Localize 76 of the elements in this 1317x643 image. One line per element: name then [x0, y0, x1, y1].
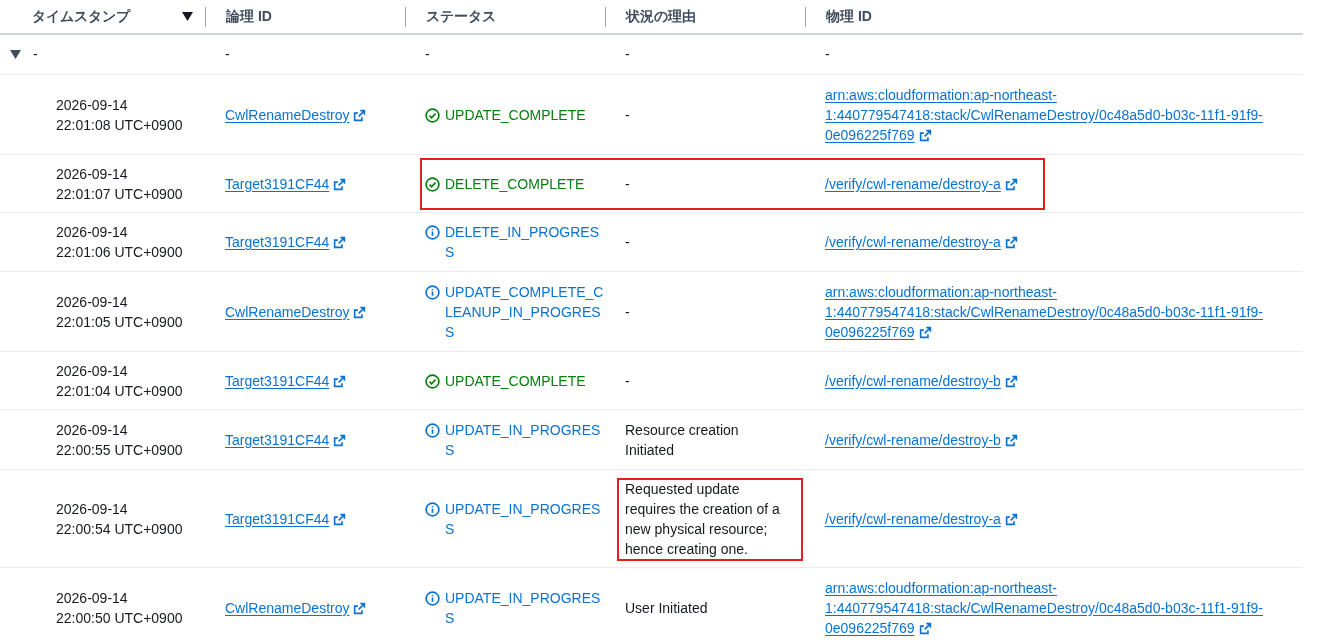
physical-id-link[interactable]: arn:aws:cloudformation:ap-northeast-1:440779547418:stack/CwlRenameDestroy/0c48a5d0-b03c-11f1-91f9-0e096225f769 — [825, 577, 1293, 638]
external-link-icon — [1004, 512, 1018, 526]
logical-id-link[interactable]: Target3191CF44 — [225, 372, 330, 389]
table-cell: - — [625, 372, 630, 389]
table-cell-text: - — [625, 45, 630, 64]
timestamp-text: 2026-09-14 — [56, 95, 129, 115]
timestamp-text: 2026-09-14 — [56, 223, 129, 242]
timestamp-text: 22:01:08 UTC+0900 — [56, 115, 184, 135]
timestamp-text: 22:01:06 UTC+0900 — [56, 243, 184, 262]
timestamp-text: 2026-09-14 — [56, 420, 129, 440]
collapse-icon[interactable] — [10, 50, 21, 59]
status-text: UPDATE_IN_PROGRESS — [445, 420, 602, 460]
external-link-icon — [1004, 374, 1018, 388]
external-link-icon — [918, 325, 932, 339]
status-text: UPDATE_COMPLETE — [445, 105, 587, 125]
external-link-icon — [918, 621, 932, 635]
timestamp-text: 22:01:07 UTC+0900 — [56, 184, 184, 204]
table-cell-text: - — [425, 45, 430, 64]
column-header[interactable]: 物理 ID — [826, 6, 1303, 27]
timestamp-text: 22:01:04 UTC+0900 — [56, 381, 184, 401]
timestamp-text: 2026-09-14 — [56, 292, 129, 312]
table-cell: - — [625, 106, 630, 123]
logical-id-link[interactable]: Target3191CF44 — [225, 175, 330, 192]
table-cell: - — [625, 234, 630, 250]
column-header[interactable]: 状況の理由 — [626, 6, 805, 27]
status-text: UPDATE_IN_PROGRESS — [445, 499, 602, 539]
column-header[interactable]: 論理 ID — [226, 6, 405, 27]
external-link-icon — [1004, 177, 1018, 191]
logical-id-link[interactable]: CwlRenameDestroy — [225, 106, 350, 123]
timestamp-text: 22:00:54 UTC+0900 — [56, 519, 184, 539]
external-link-icon — [1004, 236, 1018, 249]
column-header[interactable]: ステータス — [426, 6, 605, 27]
table-cell-text: - — [825, 45, 830, 64]
logical-id-link[interactable]: CwlRenameDestroy — [225, 599, 350, 616]
physical-id-link[interactable]: arn:aws:cloudformation:ap-northeast-1:440779547418:stack/CwlRenameDestroy/0c48a5d0-b03c-11f1-91f9-0e096225f769 — [825, 84, 1293, 145]
external-link-icon — [333, 433, 347, 447]
physical-id-link[interactable]: /verify/cwl-rename/destroy-b — [825, 370, 1293, 391]
logical-id-link[interactable]: Target3191CF44 — [225, 431, 330, 448]
status-text: UPDATE_COMPLETE_CLEANUP_IN_PROGRESS — [445, 282, 605, 342]
external-link-icon — [918, 128, 932, 142]
external-link-icon — [333, 374, 347, 388]
physical-id-link[interactable]: /verify/cwl-rename/destroy-a — [825, 508, 1293, 529]
sort-descending-icon[interactable] — [182, 12, 193, 21]
table-cell: Resource creation Initiated — [625, 421, 739, 458]
timestamp-text: 22:01:05 UTC+0900 — [56, 312, 184, 332]
timestamp-text: 2026-09-14 — [56, 499, 129, 519]
external-link-icon — [333, 236, 347, 249]
table-cell-text: - — [225, 45, 230, 64]
timestamp-text: 2026-09-14 — [56, 588, 129, 608]
external-link-icon — [353, 305, 367, 319]
logical-id-link[interactable]: CwlRenameDestroy — [225, 303, 350, 320]
timestamp-text: 2026-09-14 — [56, 164, 129, 184]
external-link-icon — [333, 177, 347, 191]
status-text: DELETE_COMPLETE — [445, 174, 586, 194]
logical-id-link[interactable]: Target3191CF44 — [225, 234, 330, 250]
status-text: DELETE_IN_PROGRESS — [445, 223, 601, 262]
status-text: UPDATE_COMPLETE — [445, 371, 587, 391]
physical-id-link[interactable]: /verify/cwl-rename/destroy-a — [825, 232, 1293, 252]
timestamp-text: 22:00:50 UTC+0900 — [56, 608, 184, 628]
table-cell: Requested update requires the creation of a new physical resource; hence creating one. — [625, 480, 780, 557]
table-cell-text: - — [33, 45, 38, 64]
external-link-icon — [333, 512, 347, 526]
table-cell: - — [625, 175, 630, 192]
external-link-icon — [353, 108, 367, 122]
physical-id-link[interactable]: /verify/cwl-rename/destroy-a — [825, 173, 1293, 194]
status-text: UPDATE_IN_PROGRESS — [445, 588, 602, 628]
physical-id-link[interactable]: arn:aws:cloudformation:ap-northeast-1:440779547418:stack/CwlRenameDestroy/0c48a5d0-b03c-11f1-91f9-0e096225f769 — [825, 281, 1293, 342]
physical-id-link[interactable]: /verify/cwl-rename/destroy-b — [825, 429, 1293, 450]
external-link-icon — [353, 601, 367, 615]
table-cell: - — [625, 303, 630, 320]
timestamp-text: 2026-09-14 — [56, 361, 129, 381]
external-link-icon — [1004, 433, 1018, 447]
table-cell: User Initiated — [625, 599, 708, 616]
column-header[interactable]: タイムスタンプ — [32, 6, 182, 27]
timestamp-text: 22:00:55 UTC+0900 — [56, 440, 184, 460]
logical-id-link[interactable]: Target3191CF44 — [225, 510, 330, 527]
